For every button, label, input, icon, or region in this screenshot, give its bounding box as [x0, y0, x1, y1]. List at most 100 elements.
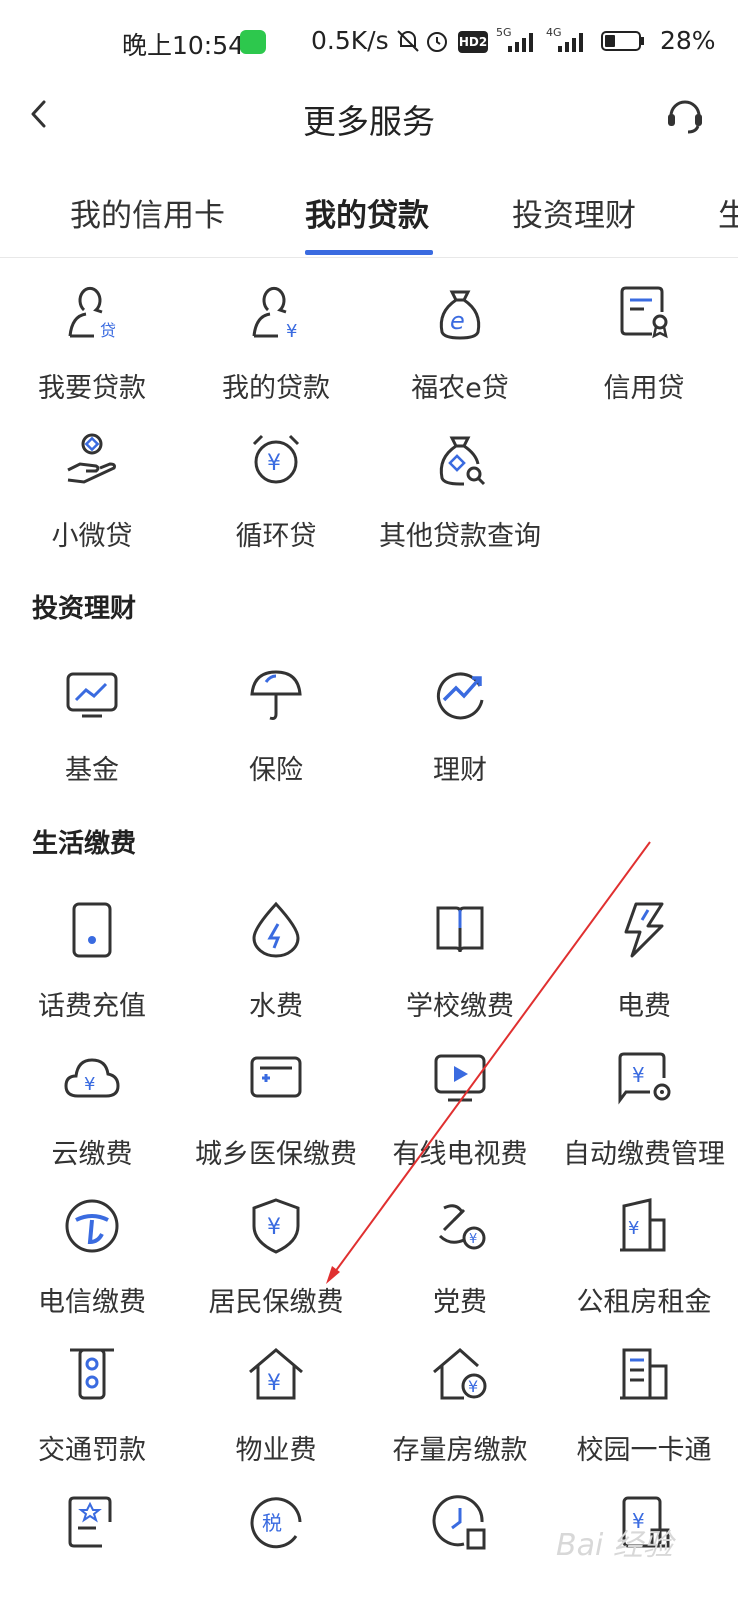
grid-item-label: 基金 [65, 755, 119, 786]
grid-item-insurance[interactable]: 保险 [184, 664, 368, 804]
auto-pay-icon: ¥ [618, 1052, 671, 1105]
svg-text:¥: ¥ [632, 1063, 645, 1087]
grid-item-label: 城乡医保缴费 [195, 1139, 357, 1170]
grid-item-electricity-fee[interactable]: 电费 [552, 900, 736, 1040]
tab-life-payment[interactable]: 生 [718, 190, 738, 235]
grid-item-label: 交通罚款 [38, 1435, 146, 1466]
trend-icon [436, 672, 484, 720]
status-bar: 晚上10:54 0.5K/s HD2 5G 4G 28% [0, 0, 738, 80]
svg-text:¥: ¥ [286, 321, 297, 342]
grid-item-label: 我要贷款 [38, 373, 146, 404]
grid-item-label: 自动缴费管理 [563, 1139, 725, 1170]
grid-item-label: 有线电视费 [392, 1139, 528, 1170]
svg-text:¥: ¥ [267, 1371, 281, 1396]
grid-item-revolving-loan[interactable]: ¥ 循环贷 [184, 430, 368, 570]
grid-item-label: 党费 [433, 1287, 487, 1318]
svg-text:e: e [450, 307, 465, 335]
grid-item-label: 我的贷款 [222, 373, 330, 404]
alarm-icon [427, 32, 447, 52]
grid-item-cable-tv-fee[interactable]: 有线电视费 [368, 1048, 552, 1188]
water-drop-icon [252, 901, 300, 958]
grid-item-label: 福农e贷 [411, 373, 509, 404]
grid-item-label: 学校缴费 [406, 991, 514, 1022]
grid-item-label: 电费 [617, 991, 671, 1022]
money-bag-search-icon [439, 436, 486, 486]
grid-item-telecom-payment[interactable]: 电信缴费 [0, 1196, 184, 1336]
grid-item-cloud-payment[interactable]: ¥ 云缴费 [0, 1048, 184, 1188]
svg-text:¥: ¥ [469, 1232, 477, 1247]
grid-item-my-loan[interactable]: ¥ 我的贷款 [184, 282, 368, 422]
grid-item-label: 其他贷款查询 [379, 521, 541, 552]
money-bag-e-icon: e [439, 290, 481, 340]
party-emblem-icon: ¥ [438, 1204, 486, 1250]
traffic-light-icon [70, 1348, 114, 1400]
grid-item-resident-insurance[interactable]: ¥ 居民保缴费 [184, 1196, 368, 1336]
grid-item-medical-insurance[interactable]: 城乡医保缴费 [184, 1048, 368, 1188]
svg-text:¥: ¥ [84, 1074, 95, 1095]
grid-item-micro-loan[interactable]: 小微贷 [0, 430, 184, 570]
wechat-notification-icon [240, 30, 266, 54]
document-star-icon [68, 1496, 112, 1548]
grid-item-label: 物业费 [235, 1435, 317, 1466]
umbrella-icon [250, 670, 302, 720]
book-icon [436, 906, 484, 953]
grid-item-label: 居民保缴费 [208, 1287, 344, 1318]
medical-card-icon [250, 1056, 302, 1098]
network-speed: 0.5K/s [311, 26, 389, 55]
battery-icon [601, 31, 644, 51]
battery-percent: 28% [660, 26, 716, 55]
section-title-life-payment: 生活缴费 [32, 829, 137, 859]
grid-item-label: 校园一卡通 [576, 1435, 712, 1466]
tab-credit-card[interactable]: 我的信用卡 [70, 190, 225, 235]
tab-my-loans[interactable]: 我的贷款 [305, 190, 429, 235]
clock-building-icon [432, 1495, 486, 1550]
watermark-logo: Bai 经验 [556, 1528, 673, 1563]
cloud-yuan-icon: ¥ [64, 1058, 120, 1098]
grid-item-water-fee[interactable]: 水费 [184, 900, 368, 1040]
hd-badge: HD2 [458, 31, 488, 53]
grid-item-public-rent[interactable]: ¥ 公租房租金 [552, 1196, 736, 1336]
phone-icon [72, 902, 112, 958]
grid-item-school-fee[interactable]: 学校缴费 [368, 900, 552, 1040]
grid-item-label: 小微贷 [51, 521, 133, 552]
svg-text:贷: 贷 [100, 321, 116, 340]
grid-item-partial-1[interactable] [0, 1492, 184, 1600]
tab-investment[interactable]: 投资理财 [512, 190, 636, 235]
grid-item-loan-apply[interactable]: 贷 我要贷款 [0, 282, 184, 422]
grid-item-campus-card[interactable]: 校园一卡通 [552, 1344, 736, 1484]
grid-item-label: 循环贷 [235, 521, 317, 552]
grid-item-partial-2[interactable]: 税 [184, 1492, 368, 1600]
grid-item-party-fee[interactable]: ¥ 党费 [368, 1196, 552, 1336]
grid-item-label: 公租房租金 [576, 1287, 712, 1318]
grid-item-partial-3[interactable] [368, 1492, 552, 1600]
signal-icon [508, 33, 533, 52]
mute-bell-icon [397, 30, 419, 52]
grid-item-label: 水费 [249, 991, 303, 1022]
campus-building-icon [620, 1348, 668, 1400]
grid-item-fund[interactable]: 基金 [0, 664, 184, 804]
grid-item-wealth-management[interactable]: 理财 [368, 664, 552, 804]
lightning-icon [624, 902, 664, 958]
grid-item-label: 云缴费 [51, 1139, 133, 1170]
grid-item-traffic-fine[interactable]: 交通罚款 [0, 1344, 184, 1484]
grid-item-funong-e-loan[interactable]: e 福农e贷 [368, 282, 552, 422]
grid-item-existing-house-payment[interactable]: ¥ 存量房缴款 [368, 1344, 552, 1484]
my-loan-icon: ¥ [252, 286, 297, 342]
grid-item-credit-loan[interactable]: 信用贷 [552, 282, 736, 422]
status-time: 晚上10:54 [122, 31, 245, 60]
active-tab-indicator [305, 250, 433, 255]
grid-item-label: 存量房缴款 [392, 1435, 528, 1466]
certificate-icon [620, 286, 668, 339]
customer-service-headset-icon[interactable] [662, 92, 708, 138]
svg-text:¥: ¥ [267, 451, 281, 476]
signal-icon [558, 33, 583, 52]
grid-item-phone-recharge[interactable]: 话费充值 [0, 900, 184, 1040]
grid-item-label: 话费充值 [38, 991, 146, 1022]
alarm-yuan-icon: ¥ [252, 434, 300, 484]
grid-item-other-loan-query[interactable]: 其他贷款查询 [368, 430, 552, 570]
svg-text:税: 税 [262, 1511, 282, 1535]
grid-item-property-fee[interactable]: ¥ 物业费 [184, 1344, 368, 1484]
svg-text:¥: ¥ [267, 1215, 281, 1240]
grid-item-auto-payment[interactable]: ¥ 自动缴费管理 [552, 1048, 736, 1188]
telecom-icon [65, 1199, 119, 1253]
